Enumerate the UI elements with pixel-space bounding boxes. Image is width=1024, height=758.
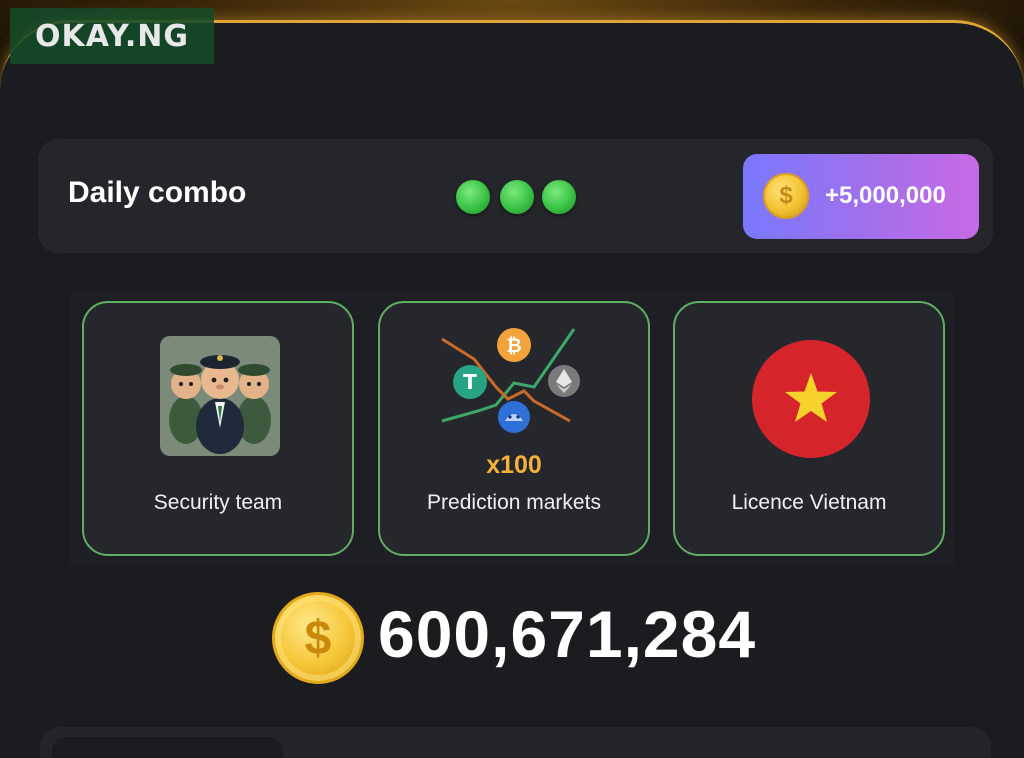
combo-reward-amount: +5,000,000 bbox=[825, 182, 946, 209]
combo-card-security-team[interactable]: Security team bbox=[82, 301, 354, 556]
card-label: Licence Vietnam bbox=[731, 491, 887, 514]
combo-card-licence-vietnam[interactable]: Licence Vietnam bbox=[673, 301, 945, 556]
vietnam-flag-icon bbox=[752, 340, 870, 458]
hamster-security-team-icon bbox=[160, 336, 280, 456]
daily-combo-title: Daily combo bbox=[68, 176, 247, 209]
combo-progress-dot-2 bbox=[500, 180, 534, 214]
combo-progress-dot-1 bbox=[456, 180, 490, 214]
svg-text:₿: ₿ bbox=[506, 335, 521, 357]
bottom-tab[interactable] bbox=[52, 737, 283, 758]
combo-reward-badge[interactable]: $ +5,000,000 bbox=[743, 154, 979, 239]
combo-progress-dot-3 bbox=[542, 180, 576, 214]
watermark: OKAY.NG bbox=[10, 8, 214, 64]
card-label: Prediction markets bbox=[427, 491, 601, 514]
balance-coin-icon: $ bbox=[272, 592, 364, 684]
svg-text:T: T bbox=[463, 370, 477, 394]
coin-icon: $ bbox=[763, 173, 809, 219]
combo-card-prediction-markets[interactable]: ₿ T x100 Prediction markets bbox=[378, 301, 650, 556]
card-label: Security team bbox=[153, 491, 283, 514]
multiplier-badge: x100 bbox=[486, 451, 542, 479]
coin-balance: 600,671,284 bbox=[378, 597, 757, 671]
